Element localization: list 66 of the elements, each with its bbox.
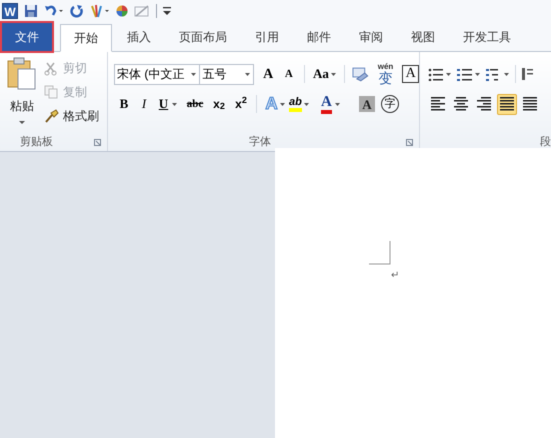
font-size-field[interactable]: 五号 [200,64,254,84]
bold-button[interactable]: B [114,93,134,115]
dialog-launcher-icon[interactable] [406,138,413,146]
font-name-field[interactable]: 宋体 (中文正 [114,64,200,84]
underline-button[interactable]: U [154,93,182,115]
color-wheel-icon[interactable] [116,5,128,17]
dropdown-caret-icon [191,72,196,76]
shrink-font-button[interactable]: A [280,63,298,85]
redo-icon[interactable] [70,4,84,18]
group-label: 字体 [249,134,271,150]
bullets-icon [428,67,443,81]
numbering-icon [457,67,472,81]
scissors-icon [44,60,59,76]
change-case-button[interactable]: Aa [310,63,338,85]
paragraph-mark: ↵ [391,271,400,281]
multilevel-list-button[interactable] [486,67,509,81]
ribbon-tab[interactable]: 开始 [60,24,112,52]
paste-button[interactable]: 粘贴 [0,57,44,133]
ribbon-tab[interactable]: 视图 [398,23,448,51]
clear-formatting-icon [351,65,369,83]
dropdown-caret-icon [280,102,285,106]
save-icon[interactable] [24,4,38,18]
character-shading-button[interactable]: A [359,96,375,112]
ribbon-tab[interactable]: 审阅 [346,23,396,51]
copy-icon [44,84,59,100]
undo-icon[interactable] [44,4,64,18]
ribbon-tab[interactable]: 开发工具 [450,23,524,51]
dropdown-caret-icon [475,72,480,76]
ribbon-tab[interactable]: 引用 [242,23,292,51]
dropdown-caret-icon [504,72,509,76]
dropdown-caret-icon [330,72,336,76]
highlight-button[interactable]: ab [289,93,319,115]
bullets-button[interactable] [428,67,451,81]
enclose-characters-button[interactable]: 字 [381,95,399,113]
justify-button[interactable] [497,94,517,114]
character-border-button[interactable]: A [402,65,420,83]
brushes-icon[interactable] [90,4,110,18]
clipboard-command[interactable]: 格式刷 [44,105,99,127]
dialog-launcher-icon[interactable] [94,138,101,146]
group-label: 剪贴板 [20,134,53,150]
dropdown-caret-icon [172,102,178,106]
phonetic-guide-button[interactable]: wén 变 [374,63,396,85]
caret-icon [19,121,25,125]
font-color-button[interactable]: A [321,93,351,115]
brush-icon [44,108,59,124]
dropdown-caret-icon [245,72,250,76]
customize-dropdown-icon[interactable] [163,6,171,16]
paste-label: 粘贴 [10,98,34,115]
dropdown-caret-icon [446,72,451,76]
strikethrough-button[interactable]: abc [182,93,208,115]
ribbon-tab[interactable]: 插入 [114,23,164,51]
dropdown-caret-icon [334,102,340,106]
margin-corner-mark [369,241,391,265]
grow-font-button[interactable]: A [258,63,278,85]
subscript-button[interactable]: x$_{2}$ [208,93,230,115]
word-logo: W [2,3,18,19]
multilevel-list-icon [486,67,501,81]
group-label: 段 [540,134,551,150]
numbering-button[interactable] [457,67,480,81]
clipboard-icon [6,57,38,91]
ribbon-tab[interactable]: 页面布局 [166,23,240,51]
superscript-button[interactable]: x$^{2}$ [230,93,252,115]
file-tab[interactable]: 文件 [2,23,52,51]
ribbon-tab[interactable]: 邮件 [294,23,344,51]
dropdown-caret-icon [304,102,309,106]
italic-button[interactable]: I [134,93,154,115]
